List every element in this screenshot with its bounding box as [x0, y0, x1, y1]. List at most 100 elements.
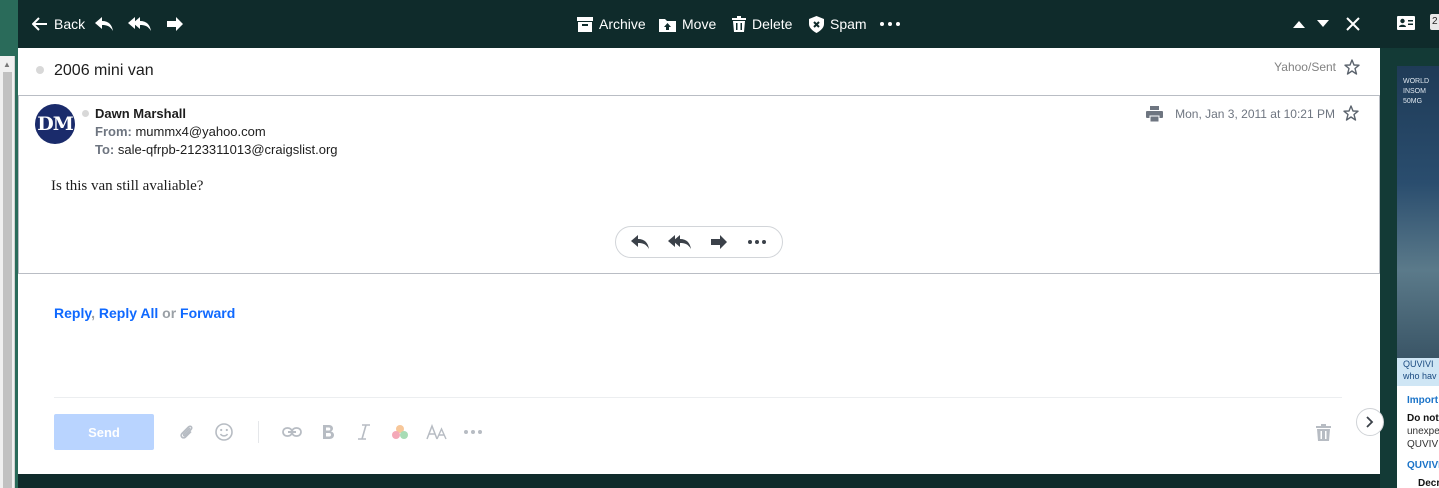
advertisement[interactable]: WORLD INSOM 50MG QUVIVI who hav Import D… [1397, 66, 1439, 488]
trash-icon [732, 16, 746, 32]
ad-text: QUVIV [1407, 439, 1439, 450]
reply-all-button[interactable] [128, 0, 152, 48]
contact-card-button[interactable] [1397, 16, 1415, 35]
ad-text[interactable]: QUVIVI [1407, 460, 1439, 471]
arrow-left-icon [32, 17, 47, 31]
previous-message-button[interactable] [1293, 0, 1305, 48]
subject-row: 2006 mini van Yahoo/Sent [18, 48, 1380, 95]
bold-icon [323, 425, 334, 439]
shield-icon [809, 15, 824, 33]
emoji-button[interactable] [215, 420, 233, 444]
sender-name[interactable]: Dawn Marshall [95, 106, 186, 121]
archive-button[interactable]: Archive [577, 0, 646, 48]
printer-icon [1146, 106, 1163, 123]
star-icon [1344, 59, 1360, 75]
ad-caption-line: QUVIVI [1403, 359, 1434, 369]
ad-image[interactable]: WORLD INSOM 50MG [1397, 66, 1439, 358]
reply-all-icon [128, 17, 151, 31]
back-label: Back [54, 16, 86, 32]
archive-label: Archive [599, 16, 646, 32]
print-button[interactable] [1146, 106, 1163, 127]
forward-link[interactable]: Forward [180, 305, 235, 321]
star-icon [1343, 105, 1359, 121]
quick-forward-button[interactable] [710, 227, 728, 257]
folder-label: Yahoo/Sent [1274, 60, 1336, 74]
reply-all-link[interactable]: Reply All [99, 305, 158, 321]
text-color-button[interactable] [391, 420, 409, 444]
back-button[interactable]: Back [32, 0, 85, 48]
discard-draft-button[interactable] [1316, 420, 1331, 444]
contact-card-icon [1397, 16, 1415, 30]
from-address[interactable]: mummx4@yahoo.com [135, 124, 265, 139]
move-button[interactable]: Move [659, 0, 716, 48]
more-actions-button[interactable] [880, 0, 900, 48]
scroll-up-arrow-icon[interactable]: ▲ [3, 60, 11, 69]
ad-caption-line: who hav [1403, 371, 1437, 381]
close-message-button[interactable] [1346, 0, 1360, 48]
delete-label: Delete [752, 16, 793, 32]
ad-text: Do not [1407, 413, 1439, 424]
reply-button[interactable] [94, 0, 114, 48]
spam-button[interactable]: Spam [809, 0, 867, 48]
ad-text: unexpe [1407, 426, 1439, 437]
toolbar-separator [258, 421, 259, 443]
reply-all-icon [668, 235, 691, 249]
quick-actions-bar [615, 226, 783, 258]
delete-button[interactable]: Delete [732, 0, 792, 48]
message-toolbar: Back Archive Move Delete Spam [18, 0, 1380, 48]
move-icon [659, 18, 676, 32]
paperclip-icon [180, 425, 193, 439]
more-icon [464, 430, 482, 434]
reply-icon [631, 235, 649, 249]
reply-icon [95, 17, 113, 31]
chevron-down-icon [1317, 20, 1329, 27]
to-address[interactable]: sale-qfrpb-2123311013@craigslist.org [118, 142, 338, 157]
bold-button[interactable] [321, 420, 335, 444]
smiley-icon [215, 423, 233, 441]
trash-icon [1316, 423, 1331, 441]
font-size-button[interactable] [426, 420, 448, 444]
ad-text[interactable]: Import [1407, 395, 1438, 406]
ad-caption: QUVIVI who hav [1397, 358, 1439, 386]
star-thread-button[interactable] [1344, 59, 1360, 80]
calendar-badge[interactable]: 2 [1430, 14, 1439, 30]
ad-headline-line: 50MG [1403, 98, 1423, 105]
reply-link[interactable]: Reply [54, 305, 91, 321]
spam-label: Spam [830, 16, 867, 32]
right-rail: 2 WORLD INSOM 50MG QUVIVI who hav Import… [1380, 0, 1439, 488]
forward-button[interactable] [166, 0, 184, 48]
forward-icon [167, 17, 183, 31]
read-status-dot[interactable] [36, 66, 44, 74]
quick-more-button[interactable] [748, 227, 766, 257]
quick-reply-button[interactable] [630, 227, 650, 257]
quick-reply-all-button[interactable] [668, 227, 692, 257]
forward-icon [711, 235, 727, 249]
attach-button[interactable] [178, 420, 196, 444]
avatar[interactable]: DM [35, 104, 75, 144]
reply-links: Reply, Reply All or Forward [54, 305, 235, 321]
bottom-background-strip [18, 474, 1380, 488]
close-icon [1346, 17, 1360, 31]
move-label: Move [682, 16, 717, 32]
more-formatting-button[interactable] [464, 420, 482, 444]
message-body: Is this van still avaliable? [51, 178, 204, 194]
ad-next-button[interactable] [1356, 408, 1384, 436]
right-rail-header: 2 [1380, 0, 1439, 48]
more-icon [880, 22, 900, 26]
italic-button[interactable] [357, 420, 371, 444]
ad-headline-line: INSOM [1403, 88, 1426, 95]
left-scrollbar[interactable]: ▲ [0, 56, 15, 488]
link-icon [282, 427, 302, 437]
send-button[interactable]: Send [54, 414, 154, 450]
chevron-up-icon [1293, 21, 1305, 28]
insert-link-button[interactable] [282, 420, 302, 444]
italic-icon [358, 424, 370, 440]
scrollbar-thumb[interactable] [3, 72, 12, 488]
message-panel: Back Archive Move Delete Spam 2006 mini … [18, 0, 1380, 488]
color-palette-icon [392, 425, 408, 439]
next-message-button[interactable] [1317, 0, 1329, 48]
star-message-button[interactable] [1343, 105, 1359, 126]
message-subject: 2006 mini van [54, 62, 154, 79]
archive-icon [577, 16, 593, 32]
font-size-icon [426, 424, 447, 440]
